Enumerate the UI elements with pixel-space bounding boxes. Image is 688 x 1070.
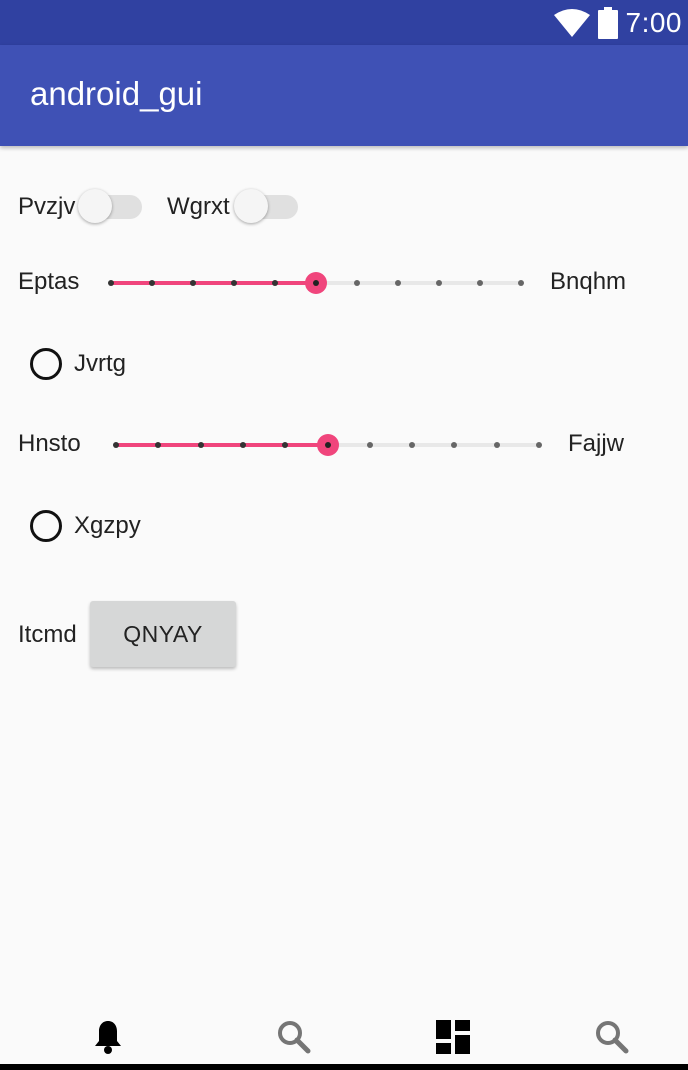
dashboard-icon <box>436 1020 470 1054</box>
seekbar-end-label-fajjw: Fajjw <box>568 430 625 457</box>
seekbar-tick <box>231 280 237 286</box>
nav-item-dashboard[interactable] <box>367 1010 539 1064</box>
switch-thumb <box>78 189 112 223</box>
status-time: 7:00 <box>625 6 682 38</box>
button-row-label: Itcmd <box>18 621 77 648</box>
seekbar-eptas-bnqhm[interactable] <box>108 268 524 298</box>
seekbar-tick <box>149 280 155 286</box>
nav-item-notifications[interactable] <box>22 1010 194 1064</box>
seekbar-tick <box>536 442 542 448</box>
seekbar-progress <box>116 443 328 447</box>
nav-item-search[interactable] <box>208 1010 380 1064</box>
radio-xgzpy[interactable]: Xgzpy <box>30 506 141 546</box>
seekbar-tick <box>108 280 114 286</box>
system-nav-edge <box>0 1064 688 1070</box>
bell-icon <box>95 1021 121 1054</box>
seekbar-start-label-hnsto: Hnsto <box>18 430 81 457</box>
status-icons: 7:00 <box>553 0 683 45</box>
seekbar-end-label-bnqhm: Bnqhm <box>550 268 627 295</box>
seekbar-tick <box>282 442 289 448</box>
radio-circle <box>30 348 62 380</box>
seekbar-tick <box>409 442 416 448</box>
search-icon <box>596 1021 629 1054</box>
seekbar-tick <box>272 280 278 286</box>
nav-item-search-2[interactable] <box>526 1010 688 1064</box>
seekbar-tick <box>451 442 458 448</box>
qnyay-button[interactable]: QNYAY <box>90 601 236 667</box>
seekbar-tick <box>436 280 442 286</box>
seekbar-tick <box>239 442 246 448</box>
seekbar-tick <box>197 442 204 448</box>
battery-icon <box>597 6 618 39</box>
seekbar-tick <box>493 442 500 448</box>
seekbar-thumb-dot <box>324 442 331 448</box>
seekbar-tick <box>113 442 119 448</box>
switch-label-pvzjv: Pvzjv <box>18 193 76 220</box>
seekbar-start-label-eptas: Eptas <box>18 268 80 295</box>
wifi-icon <box>553 8 590 37</box>
seekbar-progress <box>111 281 316 285</box>
seekbar-tick <box>366 442 373 448</box>
seekbar-tick <box>354 280 360 286</box>
app-bar: android_gui <box>0 45 688 146</box>
seekbar-tick <box>477 280 483 286</box>
switch-label-wgrxt: Wgrxt <box>167 193 230 220</box>
bottom-navigation <box>0 1010 688 1064</box>
seekbar-hnsto-fajjw[interactable] <box>113 430 542 460</box>
seekbar-tick <box>155 442 162 448</box>
radio-circle <box>30 510 62 542</box>
seekbar-tick <box>190 280 196 286</box>
seekbar-thumb-dot <box>313 280 319 286</box>
switch-pvzjv[interactable] <box>78 185 142 229</box>
status-bar: 7:00 <box>0 0 688 45</box>
seekbar-thumb[interactable] <box>305 272 327 294</box>
switch-thumb <box>234 189 268 223</box>
seekbar-tick <box>395 280 401 286</box>
search-icon <box>278 1021 311 1054</box>
app-title: android_gui <box>30 75 203 112</box>
radio-label: Jvrtg <box>74 350 127 377</box>
radio-label: Xgzpy <box>74 512 141 539</box>
switch-wgrxt[interactable] <box>234 185 298 229</box>
seekbar-tick <box>518 280 524 286</box>
radio-jvrtg[interactable]: Jvrtg <box>30 344 126 384</box>
seekbar-thumb[interactable] <box>316 434 339 456</box>
